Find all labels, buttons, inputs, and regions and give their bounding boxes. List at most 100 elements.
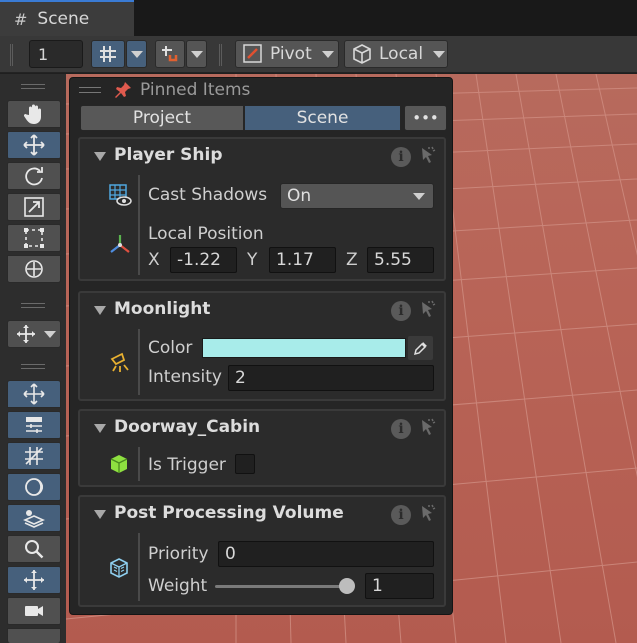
local-position-label: Local Position <box>148 224 264 244</box>
pin-icon <box>114 81 132 103</box>
priority-field[interactable]: 0 <box>218 541 434 567</box>
snap-dropdown-button[interactable] <box>186 40 207 68</box>
transform-icon <box>25 260 43 278</box>
weight-slider-track[interactable] <box>215 585 349 588</box>
custom-tool-dropdown[interactable] <box>7 320 61 348</box>
move-overlay-button[interactable] <box>7 380 61 408</box>
intensity-field[interactable]: 2 <box>228 365 434 391</box>
overlay-tab-bar: Project Scene ••• <box>80 105 447 131</box>
eyedropper-button[interactable] <box>408 336 433 360</box>
scene-toolbar: 1 Pivot Local <box>0 36 637 73</box>
snap-button[interactable] <box>155 40 185 68</box>
z-axis-label: Z <box>346 250 358 270</box>
card-player-ship: Player Ship i Cast Shadows On Local Posi… <box>78 137 446 281</box>
lighting-overlay-button[interactable] <box>7 473 61 501</box>
grid-toggle-button[interactable] <box>91 40 125 68</box>
hash-grid-icon: # <box>14 9 28 29</box>
card-divider <box>138 447 140 481</box>
pivot-label: Pivot <box>270 44 312 64</box>
transform-tool-button[interactable] <box>7 255 61 283</box>
more-options-button[interactable]: ••• <box>404 105 447 131</box>
card-title: Doorway_Cabin <box>114 417 261 437</box>
position-y-field[interactable]: 1.17 <box>269 247 336 273</box>
grid-overlay-button[interactable] <box>7 442 61 470</box>
local-label: Local <box>379 44 424 64</box>
palette-grip[interactable] <box>21 303 45 308</box>
collapse-triangle-icon[interactable] <box>94 510 106 519</box>
local-dropdown[interactable]: Local <box>344 40 448 68</box>
chevron-down-icon <box>190 50 203 58</box>
weight-label: Weight <box>148 576 208 596</box>
gizmo-overlay-button[interactable] <box>7 566 61 594</box>
info-icon[interactable]: i <box>391 301 411 321</box>
volume-icon <box>108 557 130 583</box>
hand-tool-button[interactable] <box>7 100 61 128</box>
y-axis-label: Y <box>247 250 258 270</box>
chevron-down-icon <box>413 193 425 200</box>
camera-overlay-button[interactable] <box>7 597 61 625</box>
next-overlay-button[interactable] <box>7 628 61 643</box>
weight-slider-thumb[interactable] <box>339 578 355 594</box>
priority-label: Priority <box>148 544 209 564</box>
align-icon <box>26 417 42 433</box>
card-title: Moonlight <box>114 299 211 319</box>
search-overlay-button[interactable] <box>7 535 61 563</box>
intensity-label: Intensity <box>148 367 222 387</box>
collapse-triangle-icon[interactable] <box>94 306 106 315</box>
card-divider <box>138 329 140 395</box>
palette-grip[interactable] <box>21 364 45 369</box>
is-trigger-checkbox[interactable] <box>235 454 255 474</box>
rotate-tool-button[interactable] <box>7 162 61 190</box>
grid-size-field[interactable]: 1 <box>29 40 83 68</box>
hand-icon <box>23 104 41 124</box>
position-z-field[interactable]: 5.55 <box>367 247 434 273</box>
light-icon <box>108 351 132 379</box>
pick-icon[interactable] <box>418 299 438 323</box>
cast-shadows-value: On <box>287 186 312 206</box>
pick-icon[interactable] <box>418 145 438 169</box>
camera-icon <box>25 606 43 616</box>
chevron-down-icon <box>130 50 143 58</box>
collapse-triangle-icon[interactable] <box>94 424 106 433</box>
align-overlay-button[interactable] <box>7 411 61 439</box>
scene-tab-label: Scene <box>37 9 90 29</box>
toolbar-grip[interactable] <box>219 44 222 66</box>
cast-shadows-dropdown[interactable]: On <box>280 183 434 209</box>
color-swatch[interactable] <box>202 338 406 358</box>
tab-scene[interactable]: Scene <box>244 105 401 131</box>
rect-tool-button[interactable] <box>7 224 61 252</box>
overlay-drag-handle[interactable] <box>79 87 101 93</box>
info-icon[interactable]: i <box>391 505 411 525</box>
tab-strip: # Scene <box>0 0 637 36</box>
collapse-triangle-icon[interactable] <box>94 152 106 161</box>
scene-tab[interactable]: # Scene <box>0 0 134 36</box>
move-tool-icon <box>23 383 45 405</box>
position-x-field[interactable]: -1.22 <box>170 247 237 273</box>
snap-icon <box>162 46 178 62</box>
x-axis-label: X <box>148 250 160 270</box>
tab-project[interactable]: Project <box>80 105 244 131</box>
pick-icon[interactable] <box>418 417 438 441</box>
scale-tool-button[interactable] <box>7 193 61 221</box>
chevron-down-icon <box>433 50 446 58</box>
chevron-down-icon <box>44 330 56 338</box>
layers-overlay-button[interactable] <box>7 504 61 532</box>
grid-dropdown-button[interactable] <box>126 40 147 68</box>
card-doorway-cabin: Doorway_Cabin i Is Trigger <box>78 409 446 487</box>
search-icon <box>25 540 44 559</box>
pinned-items-overlay: Pinned Items Project Scene ••• Player Sh… <box>69 77 453 615</box>
weight-field[interactable]: 1 <box>365 573 434 599</box>
move-icon <box>23 134 45 156</box>
sphere-icon <box>25 478 43 496</box>
palette-grip[interactable] <box>21 84 45 89</box>
info-icon[interactable]: i <box>391 147 411 167</box>
pick-icon[interactable] <box>418 503 438 527</box>
tool-palette <box>0 74 66 643</box>
pivot-dropdown[interactable]: Pivot <box>235 40 339 68</box>
gizmo-icon <box>24 570 44 590</box>
pivot-icon <box>243 44 262 63</box>
move-tool-button[interactable] <box>7 131 61 159</box>
toolbar-grip[interactable] <box>10 44 13 66</box>
grid-snap-icon <box>25 447 43 465</box>
info-icon[interactable]: i <box>391 419 411 439</box>
